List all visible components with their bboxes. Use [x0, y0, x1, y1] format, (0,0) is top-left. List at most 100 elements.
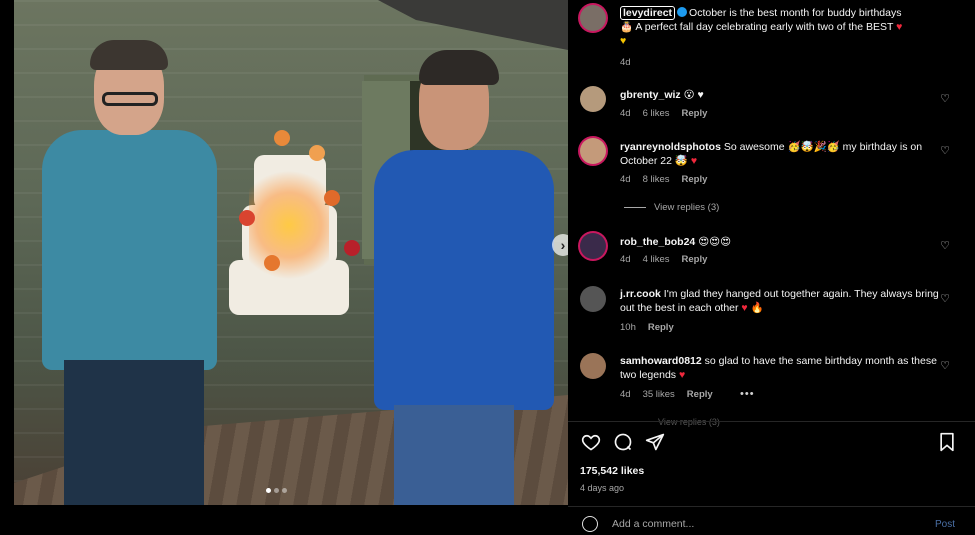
add-comment-input[interactable] — [612, 517, 902, 531]
comment-likes[interactable]: 4 likes — [643, 254, 670, 265]
comment-meta: 4d 4 likes Reply — [620, 254, 707, 265]
comments-panel: levydirect October is the best month for … — [568, 0, 975, 535]
carousel-dot — [274, 488, 279, 493]
cake-flower — [324, 190, 340, 206]
reply-button[interactable]: Reply — [682, 108, 708, 119]
like-comment-heart-icon[interactable]: ♡ — [939, 240, 951, 252]
comment-age: 4d — [620, 108, 631, 119]
photo-cake — [214, 110, 364, 320]
likes-count[interactable]: 175,542 likes — [580, 465, 644, 477]
person-right-hair — [419, 50, 499, 85]
caption-line2: A perfect fall day celebrating early wit… — [635, 21, 894, 33]
person-left-torso — [42, 130, 217, 370]
carousel-dots — [266, 488, 287, 493]
comment-text: rob_the_bob24 😍😍😍 — [620, 235, 940, 249]
comment-likes[interactable]: 6 likes — [643, 108, 670, 119]
cake-emoji: 🎂 — [620, 21, 634, 33]
yellow-heart-emoji: ♥ — [620, 35, 627, 47]
carousel-dot — [282, 488, 287, 493]
cake-flower — [264, 255, 280, 271]
caption-age: 4d — [620, 57, 631, 68]
author-username[interactable]: levydirect — [620, 6, 676, 20]
person-left-hair — [90, 40, 168, 70]
author-avatar[interactable] — [580, 5, 606, 31]
heart-outline-icon[interactable] — [580, 432, 602, 454]
commenter-username[interactable]: gbrenty_wiz — [620, 89, 681, 101]
comment-likes[interactable]: 35 likes — [643, 389, 675, 400]
comment-bubble-icon[interactable] — [612, 432, 634, 454]
cake-flower — [274, 130, 290, 146]
comment-bar: Post — [568, 512, 975, 535]
red-heart-emoji: ♥ — [896, 21, 903, 33]
comment-meta: 4d 35 likes Reply — [620, 389, 713, 400]
commenter-avatar[interactable] — [580, 86, 606, 112]
comment-text: gbrenty_wiz 😮 ♥ — [620, 88, 940, 102]
commenter-avatar[interactable] — [580, 353, 606, 379]
post-photo[interactable]: › — [14, 0, 568, 505]
red-heart-emoji: ♥ — [690, 155, 698, 167]
comment-text: samhoward0812 so glad to have the same b… — [620, 354, 940, 382]
like-comment-heart-icon[interactable]: ♡ — [939, 93, 951, 105]
verified-badge-icon — [677, 7, 688, 17]
post-media: › — [0, 0, 568, 505]
smiley-icon[interactable] — [582, 516, 598, 532]
paper-plane-icon[interactable] — [644, 432, 666, 454]
comment-meta: 4d 8 likes Reply — [620, 174, 707, 185]
comment-text: j.rr.cook I'm glad they hanged out toget… — [620, 287, 940, 315]
comment-likes[interactable]: 8 likes — [643, 174, 670, 185]
comment-age: 4d — [620, 174, 631, 185]
commenter-username[interactable]: rob_the_bob24 — [620, 236, 695, 248]
post-timestamp: 4 days ago — [580, 483, 625, 493]
commenter-avatar[interactable] — [580, 233, 606, 259]
like-comment-heart-icon[interactable]: ♡ — [939, 145, 951, 157]
photo-person-right — [364, 50, 554, 505]
red-heart-emoji: ♥ — [741, 302, 748, 314]
divider — [568, 506, 975, 507]
commenter-username[interactable]: ryanreynoldsphotos — [620, 141, 721, 153]
reply-button[interactable]: Reply — [687, 389, 713, 400]
bookmark-icon[interactable] — [936, 432, 958, 454]
reply-button[interactable]: Reply — [682, 174, 708, 185]
comment-body: I'm glad they hanged out together again.… — [620, 288, 939, 314]
post-actions — [580, 432, 965, 454]
divider — [568, 421, 975, 422]
commenter-avatar[interactable] — [580, 138, 606, 164]
like-comment-heart-icon[interactable]: ♡ — [939, 360, 951, 372]
comment-age: 4d — [620, 389, 631, 400]
comment-body: 😍😍😍 — [698, 236, 732, 248]
caption-meta: 4d — [620, 57, 631, 68]
post-button[interactable]: Post — [935, 519, 955, 530]
view-replies-line — [624, 207, 646, 208]
comment-body: 😮 ♥ — [683, 89, 704, 101]
carousel-dot — [266, 488, 271, 493]
person-right-legs — [394, 405, 514, 505]
comment-meta: 4d 6 likes Reply — [620, 108, 707, 119]
more-options-icon[interactable]: ••• — [740, 388, 755, 400]
commenter-avatar[interactable] — [580, 286, 606, 312]
like-comment-heart-icon[interactable]: ♡ — [939, 293, 951, 305]
person-left-glasses — [102, 92, 158, 106]
cake-flower — [344, 240, 360, 256]
reply-button[interactable]: Reply — [682, 254, 708, 265]
fire-emoji: 🔥 — [750, 302, 764, 314]
reply-button[interactable]: Reply — [648, 322, 674, 333]
comment-age: 10h — [620, 322, 636, 333]
caption-line1: October is the best month for buddy birt… — [689, 7, 902, 19]
carousel-next-button[interactable]: › — [552, 234, 568, 256]
view-replies-button[interactable]: View replies (3) — [624, 202, 719, 213]
cake-flower — [309, 145, 325, 161]
commenter-username[interactable]: j.rr.cook — [620, 288, 661, 300]
comment-meta: 10h Reply — [620, 322, 674, 333]
cake-flower — [239, 210, 255, 226]
media-bottom-strip — [0, 505, 568, 535]
caption-text: levydirect October is the best month for … — [620, 6, 940, 48]
view-replies-label: View replies (3) — [654, 202, 720, 213]
person-left-legs — [64, 360, 204, 505]
person-right-torso — [374, 150, 554, 410]
photo-person-left — [34, 40, 229, 505]
faded-view-replies: View replies (3) — [658, 417, 720, 427]
cake-candle-glow — [249, 165, 329, 285]
commenter-username[interactable]: samhoward0812 — [620, 355, 702, 367]
comment-age: 4d — [620, 254, 631, 265]
red-heart-emoji: ♥ — [678, 369, 686, 381]
